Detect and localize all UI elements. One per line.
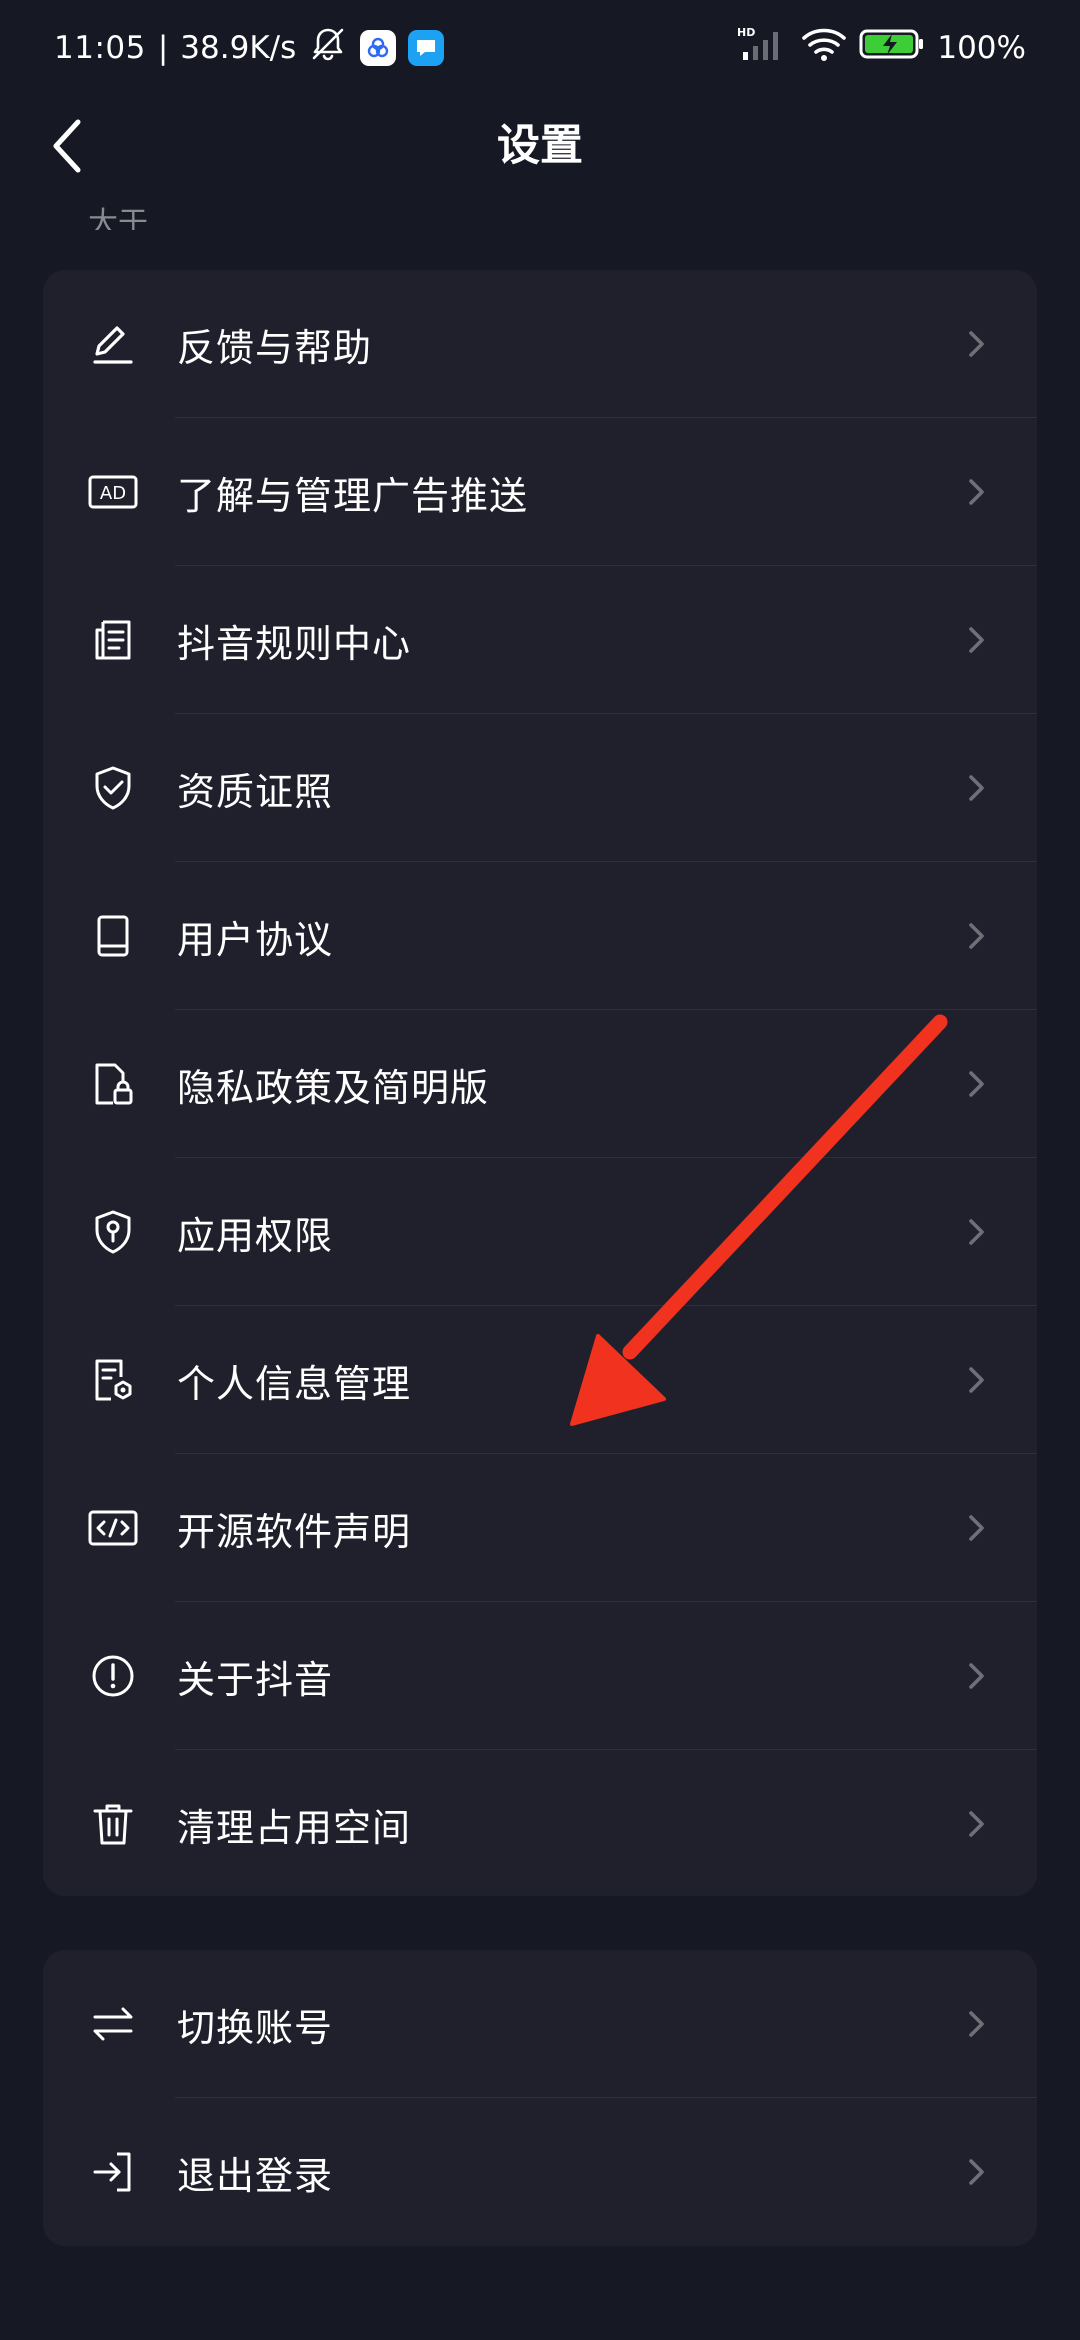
shield-key-icon [87,1206,139,1258]
chevron-right-icon [969,775,984,801]
battery-charging-icon [859,24,925,72]
net-speed: 38.9K/s [180,30,297,66]
settings-menu-card: 反馈与帮助 AD 了解与管理广告推送 抖音规则中心 资质证照 用户协议 隐私政策… [43,270,1037,1896]
chevron-right-icon [969,479,984,505]
signal-icon: HD [737,24,789,72]
chevron-right-icon [969,1663,984,1689]
menu-item-label: 清理占用空间 [177,1805,412,1850]
battery-percent: 100% [937,30,1026,66]
menu-item-user-agreement[interactable]: 用户协议 [43,862,1037,1010]
status-separator: | [157,30,169,66]
menu-item-label: 开源软件声明 [177,1509,412,1554]
document-list-icon [87,614,139,666]
menu-item-label: 切换账号 [177,2005,334,2050]
menu-item-label: 用户协议 [177,917,334,962]
menu-item-ad-management[interactable]: AD 了解与管理广告推送 [43,418,1037,566]
menu-item-label: 反馈与帮助 [177,325,373,370]
code-icon [87,1502,139,1554]
book-icon [87,910,139,962]
baidu-app-icon [360,30,397,66]
network-badge: HD [737,26,755,39]
file-gear-icon [87,1354,139,1406]
chevron-right-icon [969,627,984,653]
shield-check-icon [87,762,139,814]
header: 设置 [0,96,1080,196]
file-lock-icon [87,1058,139,1110]
chevron-right-icon [969,1515,984,1541]
settings-screen: 11:05 | 38.9K/s HD 100% 设置 大于 反馈与帮助 AD 了… [0,0,1080,2340]
menu-item-clear-storage[interactable]: 清理占用空间 [43,1750,1037,1896]
chevron-right-icon [969,1071,984,1097]
account-menu-card: 切换账号 退出登录 [43,1950,1037,2246]
trash-icon [87,1798,139,1850]
ad-icon: AD [87,466,139,518]
menu-item-label: 隐私政策及简明版 [177,1065,490,1110]
chevron-right-icon [969,1367,984,1393]
menu-item-label: 应用权限 [177,1213,334,1258]
menu-item-label: 退出登录 [177,2153,334,2198]
menu-item-rules-center[interactable]: 抖音规则中心 [43,566,1037,714]
menu-item-feedback-help[interactable]: 反馈与帮助 [43,270,1037,418]
status-time: 11:05 [54,30,146,66]
status-left: 11:05 | 38.9K/s [54,24,445,72]
menu-item-app-permissions[interactable]: 应用权限 [43,1158,1037,1306]
chevron-right-icon [969,2011,984,2037]
section-label-partial: 大于 [88,206,148,230]
menu-item-label: 关于抖音 [177,1657,334,1702]
menu-item-qualifications[interactable]: 资质证照 [43,714,1037,862]
svg-text:AD: AD [100,483,126,504]
chevron-right-icon [969,1219,984,1245]
chevron-right-icon [969,331,984,357]
menu-item-personal-info[interactable]: 个人信息管理 [43,1306,1037,1454]
menu-item-logout[interactable]: 退出登录 [43,2098,1037,2246]
menu-item-label: 资质证照 [177,769,334,814]
menu-item-label: 了解与管理广告推送 [177,473,529,518]
menu-item-label: 抖音规则中心 [177,621,412,666]
chevron-right-icon [969,923,984,949]
menu-item-privacy-policy[interactable]: 隐私政策及简明版 [43,1010,1037,1158]
chevron-right-icon [969,2159,984,2185]
status-bar: 11:05 | 38.9K/s HD 100% [0,0,1080,96]
info-circle-icon [87,1650,139,1702]
menu-item-open-source[interactable]: 开源软件声明 [43,1454,1037,1602]
page-title: 设置 [497,121,583,171]
menu-item-about[interactable]: 关于抖音 [43,1602,1037,1750]
bell-muted-icon [308,24,348,72]
menu-item-switch-account[interactable]: 切换账号 [43,1950,1037,2098]
wifi-icon [801,24,847,72]
messenger-app-icon [408,30,445,66]
swap-arrows-icon [87,1998,139,2050]
edit-pen-icon [87,318,139,370]
logout-icon [87,2146,139,2198]
menu-item-label: 个人信息管理 [177,1361,412,1406]
chevron-right-icon [969,1811,984,1837]
status-right: HD 100% [737,24,1026,72]
